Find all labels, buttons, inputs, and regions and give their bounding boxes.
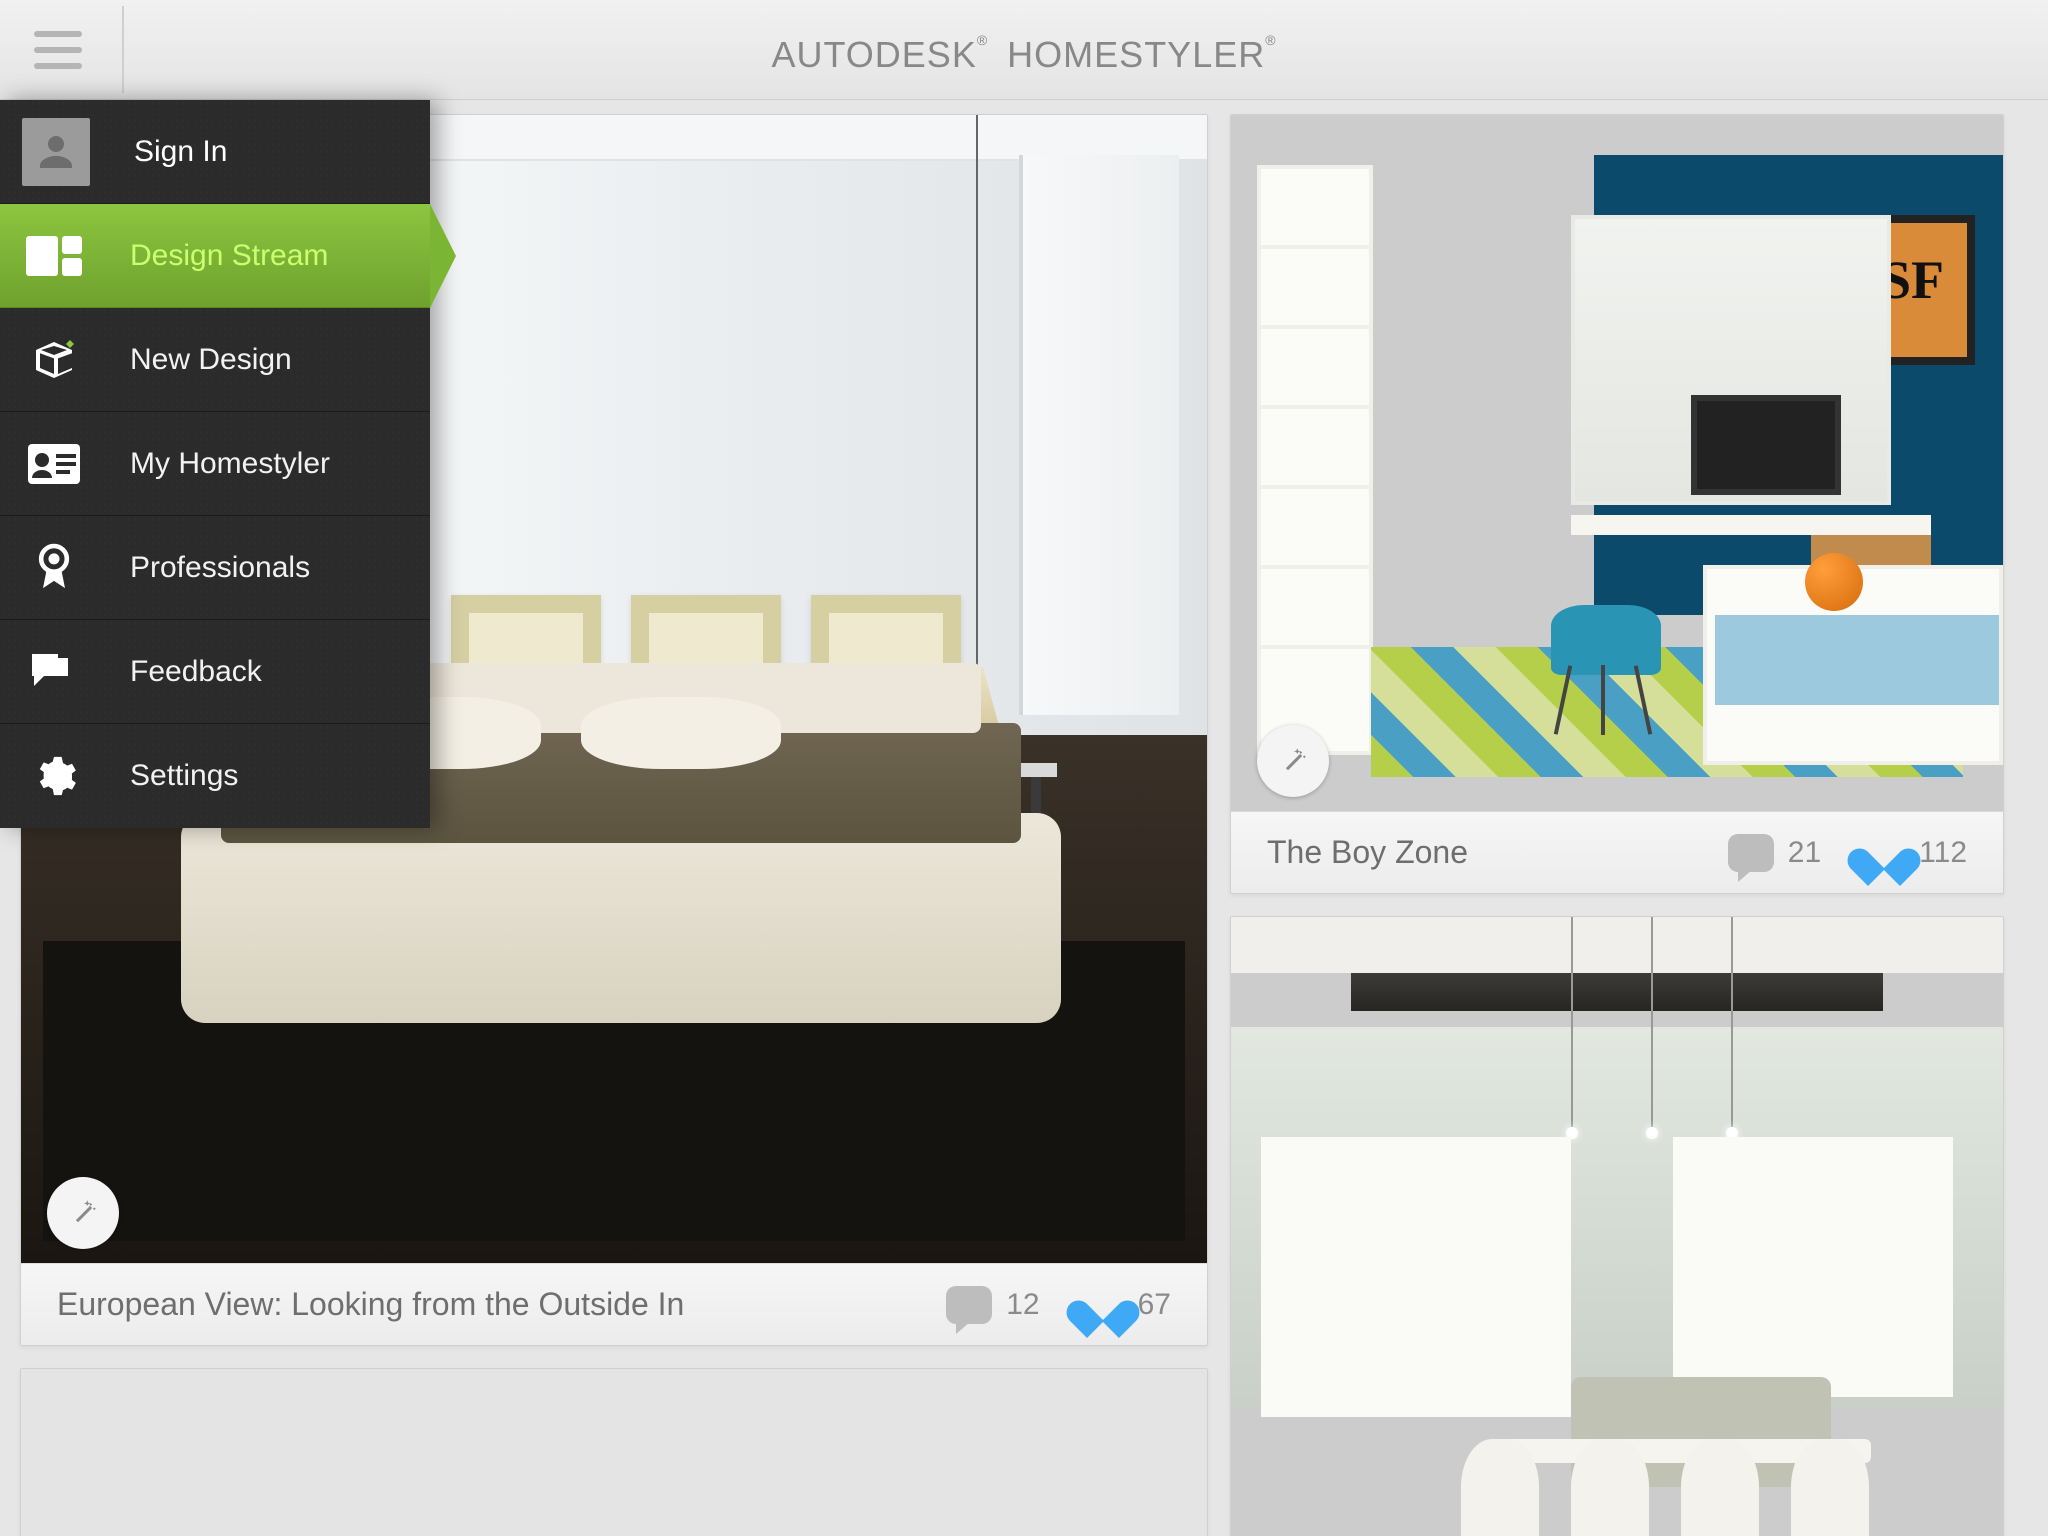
comment-icon: [946, 1286, 992, 1324]
like-count: 112: [1919, 836, 1967, 870]
box-plus-icon: [26, 332, 82, 388]
comment-stat[interactable]: 12: [946, 1286, 1039, 1324]
stream-icon: [26, 228, 82, 284]
sidebar-item-my-homestyler[interactable]: My Homestyler: [0, 412, 430, 516]
wand-icon: [1276, 744, 1310, 778]
card-title: European View: Looking from the Outside …: [57, 1286, 906, 1323]
like-stat[interactable]: 112: [1861, 833, 1967, 873]
sidebar-item-new-design[interactable]: New Design: [0, 308, 430, 412]
sidebar-menu: Sign In Design Stream New Design My Home…: [0, 100, 430, 828]
brand-title: AUTODESK® HOMESTYLER®: [771, 34, 1276, 76]
sidebar-item-design-stream[interactable]: Design Stream: [0, 204, 430, 308]
heart-icon: [1861, 833, 1905, 873]
heart-icon: [1080, 1285, 1124, 1325]
card-caption: European View: Looking from the Outside …: [21, 1263, 1207, 1345]
profile-card-icon: [26, 436, 82, 492]
sidebar-item-signin[interactable]: Sign In: [0, 100, 430, 204]
design-thumbnail: SF: [1231, 115, 2003, 811]
design-card-modern[interactable]: [1230, 916, 2004, 1536]
design-thumbnail: [1231, 917, 2003, 1536]
sidebar-item-settings[interactable]: Settings: [0, 724, 430, 828]
sidebar-item-professionals[interactable]: Professionals: [0, 516, 430, 620]
comment-count: 12: [1006, 1288, 1039, 1322]
app-header: AUTODESK® HOMESTYLER®: [0, 0, 2048, 100]
comment-stat[interactable]: 21: [1728, 834, 1821, 872]
award-icon: [26, 540, 82, 596]
comment-icon: [1728, 834, 1774, 872]
feedback-icon: [26, 644, 82, 700]
avatar-icon: [22, 118, 90, 186]
sidebar-item-feedback[interactable]: Feedback: [0, 620, 430, 724]
like-stat[interactable]: 67: [1080, 1285, 1171, 1325]
sidebar-item-label: New Design: [130, 343, 292, 377]
card-caption: The Boy Zone 21 112: [1231, 811, 2003, 893]
gear-icon: [26, 748, 82, 804]
design-card-placeholder[interactable]: [20, 1368, 1208, 1536]
sidebar-item-label: Professionals: [130, 551, 310, 585]
brand-prefix: AUTODESK: [771, 34, 976, 75]
design-thumbnail: [21, 1369, 1207, 1536]
sidebar-item-label: Design Stream: [130, 239, 328, 273]
sidebar-item-label: Sign In: [134, 135, 227, 169]
design-card-boyzone[interactable]: SF The Boy Zone 21: [1230, 114, 2004, 894]
wand-icon: [66, 1196, 100, 1230]
sidebar-item-label: Settings: [130, 759, 238, 793]
like-count: 67: [1138, 1288, 1171, 1322]
header-divider: [122, 6, 124, 93]
sidebar-item-label: Feedback: [130, 655, 262, 689]
magic-wand-button[interactable]: [47, 1177, 119, 1249]
comment-count: 21: [1788, 836, 1821, 870]
sidebar-item-label: My Homestyler: [130, 447, 330, 481]
brand-name: HOMESTYLER: [1007, 34, 1265, 75]
magic-wand-button[interactable]: [1257, 725, 1329, 797]
card-title: The Boy Zone: [1267, 834, 1688, 871]
menu-hamburger-button[interactable]: [34, 22, 90, 78]
